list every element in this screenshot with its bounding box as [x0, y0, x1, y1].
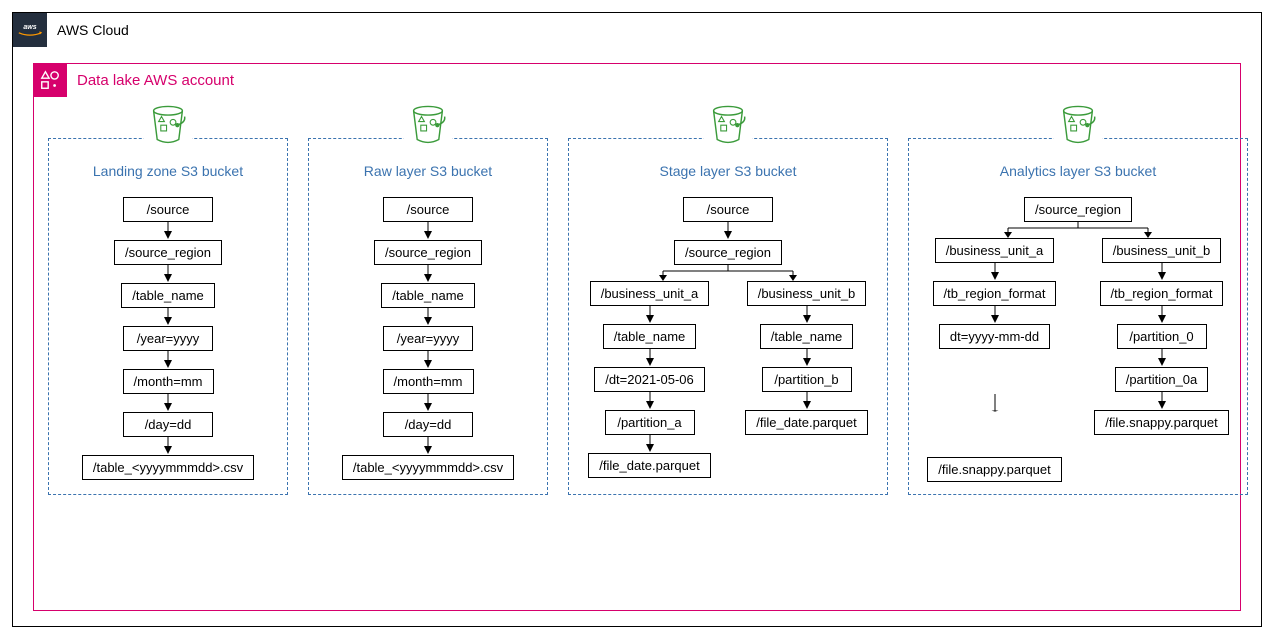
- path-node: /year=yyyy: [383, 326, 473, 351]
- arrow-down-icon: [163, 394, 173, 412]
- arrow-down-icon: [423, 351, 433, 369]
- path-node: dt=yyyy-mm-dd: [939, 324, 1050, 349]
- arrow-down-icon: [423, 222, 433, 240]
- arrow-down-icon: [990, 306, 1000, 324]
- arrow-down-icon: [802, 306, 812, 324]
- buckets-row: Landing zone S3 bucket /source /source_r…: [48, 138, 1226, 495]
- aws-cloud-header: aws AWS Cloud: [13, 13, 1221, 47]
- path-node: /source: [123, 197, 213, 222]
- arrow-down-icon: [1157, 306, 1167, 324]
- s3-bucket-icon: [1054, 105, 1102, 157]
- arrow-down-icon: [802, 349, 812, 367]
- bucket-raw: Raw layer S3 bucket /source /source_regi…: [308, 138, 548, 495]
- path-node: /source: [383, 197, 473, 222]
- path-node: /source_region: [1024, 197, 1132, 222]
- path-chain: /source /source_region /table_name /year…: [82, 197, 254, 480]
- path-node: /file_date.parquet: [745, 410, 867, 435]
- account-title: Data lake AWS account: [77, 72, 234, 89]
- arrow-down-icon: [1157, 392, 1167, 410]
- s3-bucket-icon: [144, 105, 192, 157]
- analytics-right-chain: /business_unit_b /tb_region_format /part…: [1084, 238, 1239, 482]
- stage-left-chain: /business_unit_a /table_name /dt=2021-05…: [577, 281, 722, 478]
- arrow-down-icon: [163, 265, 173, 283]
- arrow-down-icon: [645, 306, 655, 324]
- bucket-title: Stage layer S3 bucket: [660, 163, 797, 179]
- bucket-stage: Stage layer S3 bucket /source /source_re…: [568, 138, 888, 495]
- bucket-title: Landing zone S3 bucket: [93, 163, 243, 179]
- path-node: /source_region: [374, 240, 482, 265]
- arrow-down-icon: [423, 308, 433, 326]
- arrow-down-icon: [1157, 263, 1167, 281]
- path-node: /file_date.parquet: [588, 453, 710, 478]
- arrow-down-icon: [423, 394, 433, 412]
- arrow-down-icon: [163, 222, 173, 240]
- path-node: /business_unit_b: [747, 281, 867, 306]
- arrow-down-icon: [990, 263, 1000, 281]
- bucket-landing: Landing zone S3 bucket /source /source_r…: [48, 138, 288, 495]
- path-node: /file.snappy.parquet: [927, 457, 1062, 482]
- path-node: /table_name: [603, 324, 697, 349]
- path-node: /file.snappy.parquet: [1094, 410, 1229, 435]
- aws-cloud-container: aws AWS Cloud Data lake AWS account Land…: [12, 12, 1262, 627]
- arrow-down-icon: [423, 265, 433, 283]
- path-node: /table_<yyyymmmdd>.csv: [342, 455, 514, 480]
- path-node: /business_unit_a: [935, 238, 1055, 263]
- path-chain: /source /source_region /table_name /year…: [342, 197, 514, 480]
- split-connector: [598, 265, 858, 281]
- bucket-title: Raw layer S3 bucket: [364, 163, 492, 179]
- path-node: /month=mm: [123, 369, 214, 394]
- path-node: /table_name: [760, 324, 854, 349]
- s3-bucket-icon: [704, 105, 752, 157]
- s3-bucket-icon: [404, 105, 452, 157]
- path-node: /business_unit_b: [1102, 238, 1222, 263]
- path-node: /table_<yyyymmmdd>.csv: [82, 455, 254, 480]
- split-connector: [938, 222, 1218, 238]
- account-header: Data lake AWS account: [33, 63, 1211, 97]
- arrow-down-icon: [423, 437, 433, 455]
- path-node: /partition_0: [1117, 324, 1207, 349]
- svg-text:aws: aws: [23, 24, 36, 31]
- arrow-down-icon: [163, 308, 173, 326]
- path-node: /month=mm: [383, 369, 474, 394]
- account-icon: [33, 63, 67, 97]
- path-node: /table_name: [121, 283, 215, 308]
- arrow-down-icon: [645, 392, 655, 410]
- bucket-analytics: Analytics layer S3 bucket /source_region…: [908, 138, 1248, 495]
- arrow-down-icon: [645, 435, 655, 453]
- path-node: /day=dd: [123, 412, 213, 437]
- arrow-down-icon: [163, 437, 173, 455]
- path-node: /dt=2021-05-06: [594, 367, 705, 392]
- path-node: /source: [683, 197, 773, 222]
- path-node: /partition_0a: [1115, 367, 1209, 392]
- path-node: /partition_a: [605, 410, 695, 435]
- arrow-down-icon: [163, 351, 173, 369]
- arrow-down-icon: [802, 392, 812, 410]
- arrow-down-icon: [1157, 349, 1167, 367]
- path-node: /partition_b: [762, 367, 852, 392]
- arrow-down-icon: [645, 349, 655, 367]
- aws-cloud-title: AWS Cloud: [57, 22, 129, 38]
- bucket-title: Analytics layer S3 bucket: [1000, 163, 1156, 179]
- path-node: /year=yyyy: [123, 326, 213, 351]
- path-node: /tb_region_format: [1100, 281, 1224, 306]
- stage-right-chain: /business_unit_b /table_name /partition_…: [734, 281, 879, 478]
- path-node: /source_region: [674, 240, 782, 265]
- arrow-down-icon: [723, 222, 733, 240]
- path-node: /business_unit_a: [590, 281, 710, 306]
- path-node: /tb_region_format: [933, 281, 1057, 306]
- path-node: /table_name: [381, 283, 475, 308]
- account-container: Data lake AWS account Landing zone S3 bu…: [33, 63, 1241, 611]
- path-node: /day=dd: [383, 412, 473, 437]
- arrow-down-icon: [990, 349, 1000, 457]
- aws-logo-icon: aws: [13, 13, 47, 47]
- path-node: /source_region: [114, 240, 222, 265]
- analytics-left-chain: /business_unit_a /tb_region_format dt=yy…: [917, 238, 1072, 482]
